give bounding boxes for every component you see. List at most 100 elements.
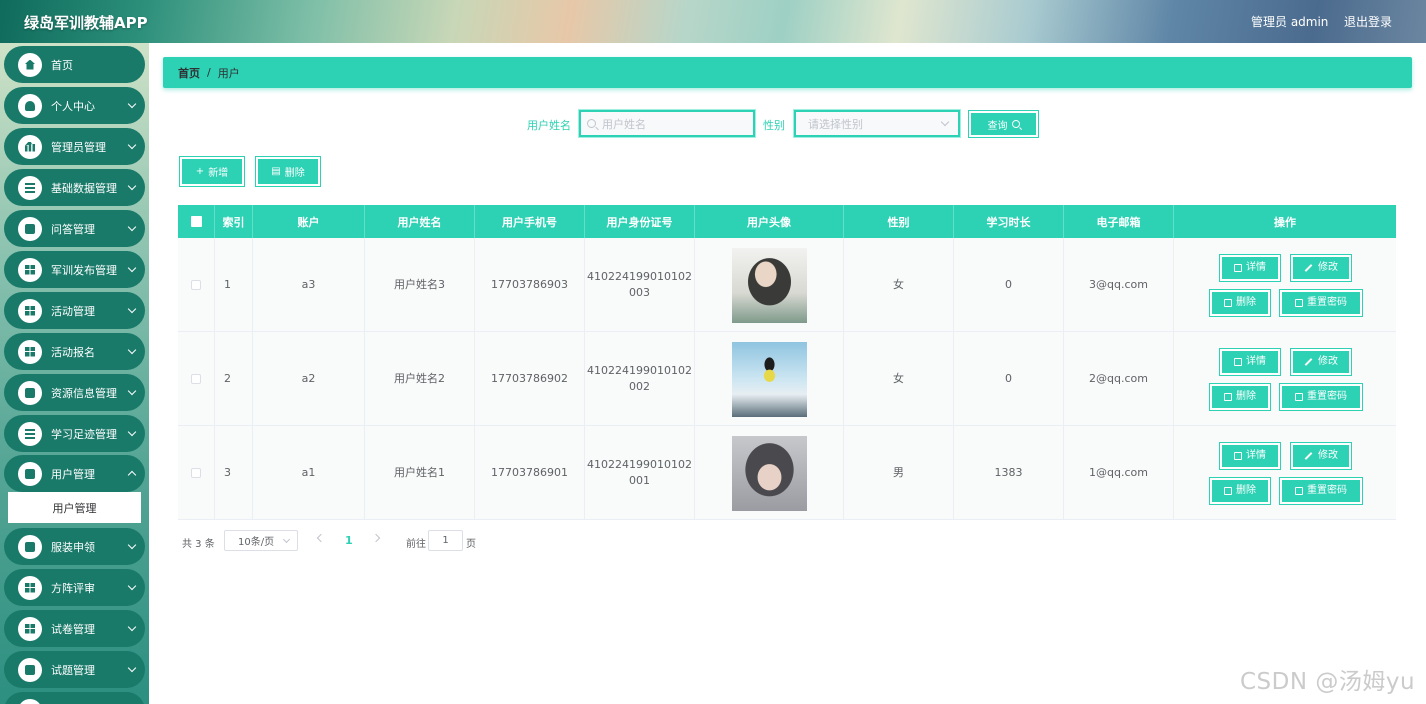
reset-password-button-label: 重置密码	[1307, 297, 1347, 308]
reset-password-button[interactable]: 重置密码	[1280, 290, 1362, 316]
pencil-icon	[1304, 264, 1313, 272]
column-header: 用户身份证号	[585, 205, 695, 238]
logout-link[interactable]: 退出登录	[1344, 13, 1392, 30]
table-header: 索引 账户 用户姓名 用户手机号 用户身份证号 用户头像 性别 学习时长 电子邮…	[178, 205, 1396, 238]
submenu-item-user-management[interactable]: 用户管理	[8, 492, 141, 523]
row-select-cell	[178, 238, 215, 332]
row-delete-button[interactable]: 删除	[1210, 384, 1270, 410]
sidebar-item-training-release[interactable]: 军训发布管理	[4, 251, 145, 288]
id-number-line: 003	[629, 286, 650, 299]
sidebar-item-label: 问答管理	[51, 222, 95, 236]
breadcrumb-home[interactable]: 首页	[178, 65, 200, 81]
grid-icon	[18, 257, 42, 282]
next-page-icon[interactable]	[371, 533, 381, 543]
row-delete-button[interactable]: 删除	[1210, 290, 1270, 316]
sidebar-item-personal-center[interactable]: 个人中心	[4, 87, 145, 124]
chevron-down-icon	[127, 427, 137, 437]
sidebar-item-uniform-claim[interactable]: 服装申领	[4, 528, 145, 565]
query-button[interactable]: 查询	[969, 111, 1038, 137]
sidebar-item-exam-paper[interactable]: 试卷管理	[4, 610, 145, 647]
trash-icon	[1224, 487, 1232, 495]
breadcrumb-separator: /	[207, 66, 211, 79]
study-time-cell: 1383	[954, 426, 1064, 520]
detail-button[interactable]: 详情	[1220, 349, 1280, 375]
add-button[interactable]: + 新增	[180, 157, 244, 186]
sidebar-item-user-management[interactable]: 用户管理	[4, 455, 145, 492]
edit-button[interactable]: 修改	[1291, 443, 1351, 469]
search-icon	[1011, 120, 1020, 128]
watermark: CSDN @汤姆yu	[1240, 669, 1416, 695]
sidebar-item-admin-management[interactable]: 管理员管理	[4, 128, 145, 165]
chevron-down-icon	[127, 304, 137, 314]
chevron-down-icon	[127, 345, 137, 355]
name-cell: 用户姓名2	[365, 332, 475, 426]
document-icon	[1234, 358, 1242, 366]
avatar[interactable]	[731, 435, 807, 511]
avatar-cell	[695, 332, 844, 426]
detail-button[interactable]: 详情	[1220, 443, 1280, 469]
study-time-cell: 0	[954, 238, 1064, 332]
row-checkbox[interactable]	[191, 468, 201, 478]
avatar[interactable]	[731, 341, 807, 417]
name-filter-label: 用户姓名	[527, 119, 571, 132]
account-cell: a1	[253, 426, 365, 520]
sidebar: 首页 个人中心 管理员管理 基础数据管理 问答管理 军训发布管理 活动管理 活动…	[0, 43, 149, 704]
email-cell: 3@qq.com	[1064, 238, 1174, 332]
sidebar-item-home[interactable]: 首页	[4, 46, 145, 83]
page-number[interactable]: 1	[345, 534, 353, 547]
bulk-delete-button-label: 删除	[284, 168, 305, 179]
search-icon	[587, 119, 596, 128]
bulk-delete-button[interactable]: ▤ 删除	[256, 157, 320, 186]
row-delete-button-label: 删除	[1236, 485, 1256, 496]
page-size-select[interactable]: 10条/页	[224, 530, 298, 551]
top-header: 绿岛军训教辅APP 管理员 admin 退出登录	[0, 0, 1426, 43]
sidebar-item-activity-management[interactable]: 活动管理	[4, 292, 145, 329]
column-header: 账户	[253, 205, 365, 238]
edit-button[interactable]: 修改	[1291, 255, 1351, 281]
person-icon	[18, 93, 42, 118]
sidebar-item-qa[interactable]: 问答管理	[4, 210, 145, 247]
row-checkbox[interactable]	[191, 280, 201, 290]
document-icon	[1234, 264, 1242, 272]
chevron-down-icon	[127, 622, 137, 632]
phone-cell: 17703786901	[475, 426, 585, 520]
reset-password-button[interactable]: 重置密码	[1280, 478, 1362, 504]
account-cell: a2	[253, 332, 365, 426]
detail-button[interactable]: 详情	[1220, 255, 1280, 281]
sidebar-item-label: 用户管理	[51, 467, 95, 481]
id-number-cell: 410224199010102 001	[585, 426, 695, 520]
prev-page-icon[interactable]	[316, 533, 326, 543]
select-all-cell[interactable]	[178, 205, 215, 238]
row-select-cell	[178, 332, 215, 426]
select-all-checkbox[interactable]	[190, 216, 202, 227]
sidebar-item-question-bank[interactable]: 试题管理	[4, 651, 145, 688]
chevron-down-icon	[940, 117, 950, 127]
edit-button[interactable]: 修改	[1291, 349, 1351, 375]
sidebar-item-basic-data[interactable]: 基础数据管理	[4, 169, 145, 206]
sidebar-item-partial[interactable]	[4, 692, 145, 704]
trash-icon	[1224, 299, 1232, 307]
avatar[interactable]	[731, 247, 807, 323]
document-icon	[1295, 393, 1303, 401]
sidebar-item-study-footprint[interactable]: 学习足迹管理	[4, 415, 145, 452]
sidebar-item-label: 个人中心	[51, 99, 95, 113]
column-header: 操作	[1274, 215, 1296, 229]
sidebar-item-formation-review[interactable]: 方阵评审	[4, 569, 145, 606]
name-search-input[interactable]: 用户姓名	[579, 110, 755, 137]
reset-password-button[interactable]: 重置密码	[1280, 384, 1362, 410]
row-delete-button-label: 删除	[1236, 297, 1256, 308]
goto-page-input[interactable]: 1	[428, 530, 463, 551]
id-number-line: 410224199010102	[587, 458, 692, 471]
sidebar-item-activity-signup[interactable]: 活动报名	[4, 333, 145, 370]
gender-select[interactable]: 请选择性别	[794, 110, 960, 137]
sidebar-item-resource-info[interactable]: 资源信息管理	[4, 374, 145, 411]
id-number-cell: 410224199010102 002	[585, 332, 695, 426]
actions-cell: 详情 修改 删除 重置密码	[1174, 238, 1396, 332]
column-header: 索引	[215, 205, 253, 238]
current-user-label: 管理员 admin	[1251, 15, 1329, 29]
row-checkbox[interactable]	[191, 374, 201, 384]
index-cell: 3	[215, 426, 253, 520]
row-delete-button[interactable]: 删除	[1210, 478, 1270, 504]
chevron-down-icon	[127, 263, 137, 273]
column-header: 用户姓名	[365, 205, 475, 238]
